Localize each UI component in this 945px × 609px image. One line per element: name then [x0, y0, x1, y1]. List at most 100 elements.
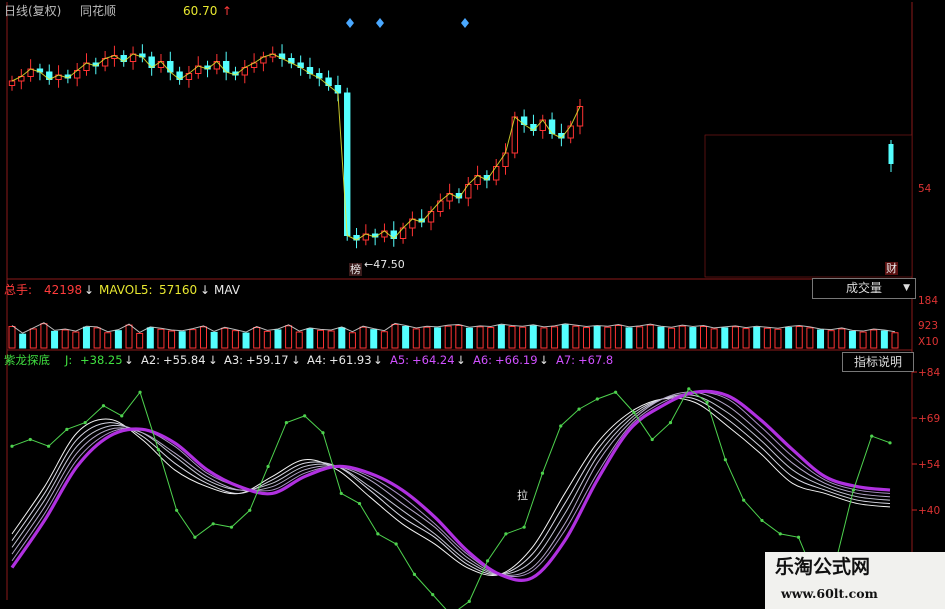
- volume-bar: [678, 325, 686, 349]
- volume-bar: [582, 327, 590, 349]
- total-volume-label: 总手:: [4, 283, 33, 297]
- volume-bar: [774, 328, 782, 349]
- volume-bar: [338, 327, 346, 349]
- indicator-help-label: 指标说明: [853, 355, 902, 369]
- j-point: [83, 420, 87, 425]
- low-marker-badge: 榜: [349, 263, 362, 276]
- volume-bar: [529, 325, 537, 349]
- volume-bar: [93, 327, 101, 349]
- j-point: [321, 431, 325, 435]
- volume-bar: [827, 330, 835, 349]
- j-point: [10, 444, 14, 448]
- volume-axis-unit: X10: [918, 336, 939, 348]
- a7-label: A7:: [556, 353, 576, 367]
- volume-bar: [614, 324, 622, 349]
- a7-value: +67.8: [578, 353, 614, 367]
- volume-bar: [497, 324, 505, 349]
- j-point: [485, 559, 490, 563]
- j-point: [467, 599, 471, 603]
- j-point: [614, 390, 618, 394]
- volume-bar: [29, 328, 37, 349]
- j-point: [778, 532, 782, 536]
- j-point: [431, 593, 435, 597]
- j-point: [559, 424, 563, 428]
- a6-value: +66.19: [495, 353, 538, 367]
- low-price-label: ←47.50: [364, 258, 405, 271]
- volume-bar: [136, 332, 144, 349]
- j-point: [522, 525, 526, 529]
- j-point: [175, 508, 179, 512]
- volume-bar: [668, 327, 676, 349]
- indicator-help-button[interactable]: 指标说明: [842, 352, 914, 372]
- bottom-signal-mark: 拉: [517, 489, 528, 502]
- volume-bar: [487, 327, 495, 349]
- volume-bar: [891, 332, 899, 349]
- volume-bar: [221, 327, 229, 349]
- down-arrow-icon: ↓: [84, 283, 95, 297]
- volume-bar: [742, 328, 750, 349]
- j-point: [193, 535, 197, 539]
- j-point: [888, 441, 892, 445]
- down-arrow-icon: ↓: [124, 353, 134, 367]
- volume-bar: [476, 326, 484, 349]
- j-point: [394, 542, 398, 546]
- volume-ma-line: [11, 322, 896, 334]
- down-arrow-icon: ↓: [373, 353, 383, 367]
- watermark-url: www.60lt.com: [781, 586, 878, 601]
- watermark-box: 乐淘公式网 www.60lt.com: [765, 552, 945, 609]
- volume-bar: [199, 326, 207, 349]
- down-arrow-icon: ↓: [208, 353, 218, 367]
- stock-name: 同花顺: [80, 4, 117, 18]
- j-point: [632, 410, 636, 415]
- mavol5-value: 57160: [159, 283, 198, 297]
- volume-bar: [402, 326, 410, 349]
- volume-bar: [785, 327, 793, 349]
- volume-bar: [540, 327, 548, 349]
- mavol5-label: MAVOL5:: [99, 283, 153, 297]
- a-line-a4: [11, 394, 891, 575]
- volume-bar: [646, 324, 654, 349]
- volume-bar: [551, 326, 559, 349]
- volume-bar: [168, 330, 176, 349]
- j-point: [211, 522, 215, 526]
- j-point: [284, 420, 288, 425]
- volume-bar: [348, 332, 356, 349]
- volume-bar: [444, 325, 452, 349]
- j-point: [65, 427, 69, 431]
- price-axis-tick: 54: [918, 183, 932, 195]
- volume-bar: [380, 331, 388, 349]
- volume-bar: [817, 329, 825, 349]
- a3-label: A3:: [224, 353, 244, 367]
- signal-diamond-icon: [461, 18, 469, 28]
- j-point: [376, 532, 380, 536]
- j-point: [266, 464, 270, 469]
- volume-bar: [604, 326, 612, 349]
- j-point: [101, 404, 106, 408]
- down-arrow-icon: ↓: [456, 353, 466, 367]
- down-arrow-icon: ↓: [200, 283, 211, 297]
- volume-bar: [8, 326, 16, 349]
- volume-bar: [146, 327, 154, 349]
- a5-label: A5:: [390, 353, 410, 367]
- indicator-axis-tick: +84: [918, 367, 941, 379]
- volume-bar: [253, 327, 261, 349]
- j-point: [138, 390, 142, 394]
- j-point: [248, 508, 252, 512]
- a4-value: +61.93: [329, 353, 372, 367]
- volume-bar: [465, 327, 473, 349]
- j-point: [156, 447, 160, 452]
- candle-body: [8, 80, 16, 86]
- current-price: 60.70: [183, 4, 218, 18]
- chart-canvas: [6, 2, 917, 609]
- volume-bar: [806, 327, 814, 349]
- j-point: [595, 397, 599, 401]
- volume-bar: [306, 328, 314, 349]
- period-label: 日线(复权): [4, 4, 62, 18]
- volume-bar: [19, 333, 27, 349]
- volume-bar: [391, 323, 399, 349]
- indicator-lines: [10, 387, 892, 609]
- volume-bar: [40, 323, 48, 349]
- indicator-axis-tick: +54: [918, 459, 941, 471]
- volume-indicator-select[interactable]: 成交量 ▼: [812, 278, 916, 299]
- j-point: [339, 491, 343, 496]
